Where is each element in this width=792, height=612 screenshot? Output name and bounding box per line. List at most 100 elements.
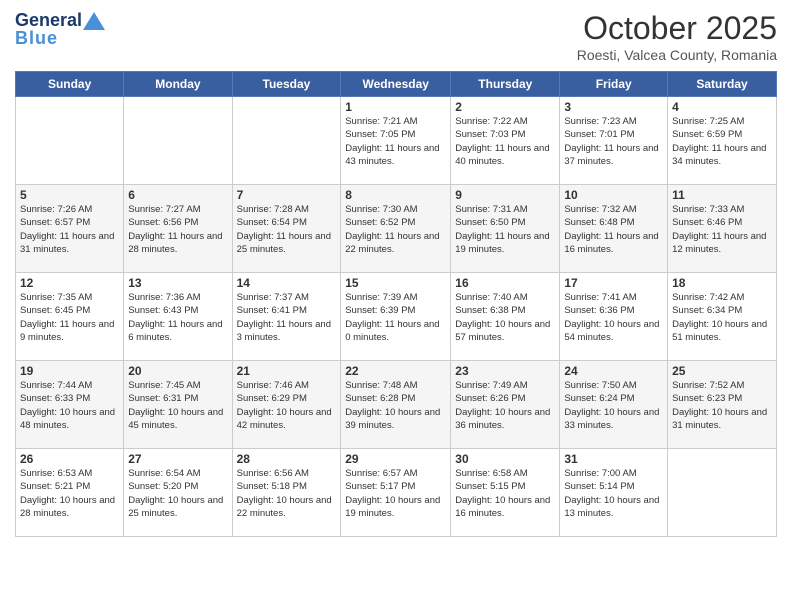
- calendar-cell: 7Sunrise: 7:28 AMSunset: 6:54 PMDaylight…: [232, 185, 341, 273]
- day-info: Sunrise: 6:56 AMSunset: 5:18 PMDaylight:…: [237, 467, 337, 520]
- day-number: 15: [345, 276, 446, 290]
- day-number: 8: [345, 188, 446, 202]
- day-info: Sunrise: 7:27 AMSunset: 6:56 PMDaylight:…: [128, 203, 227, 256]
- weekday-header-wednesday: Wednesday: [341, 72, 451, 97]
- day-info: Sunrise: 7:22 AMSunset: 7:03 PMDaylight:…: [455, 115, 555, 168]
- day-info: Sunrise: 6:58 AMSunset: 5:15 PMDaylight:…: [455, 467, 555, 520]
- weekday-header-friday: Friday: [560, 72, 668, 97]
- day-number: 16: [455, 276, 555, 290]
- day-info: Sunrise: 7:33 AMSunset: 6:46 PMDaylight:…: [672, 203, 772, 256]
- day-info: Sunrise: 7:32 AMSunset: 6:48 PMDaylight:…: [564, 203, 663, 256]
- week-row-4: 19Sunrise: 7:44 AMSunset: 6:33 PMDayligh…: [16, 361, 777, 449]
- calendar-cell: [668, 449, 777, 537]
- day-info: Sunrise: 7:46 AMSunset: 6:29 PMDaylight:…: [237, 379, 337, 432]
- calendar-cell: 15Sunrise: 7:39 AMSunset: 6:39 PMDayligh…: [341, 273, 451, 361]
- calendar-cell: 9Sunrise: 7:31 AMSunset: 6:50 PMDaylight…: [451, 185, 560, 273]
- calendar-cell: 22Sunrise: 7:48 AMSunset: 6:28 PMDayligh…: [341, 361, 451, 449]
- weekday-header-monday: Monday: [124, 72, 232, 97]
- day-number: 6: [128, 188, 227, 202]
- day-number: 25: [672, 364, 772, 378]
- calendar-cell: 11Sunrise: 7:33 AMSunset: 6:46 PMDayligh…: [668, 185, 777, 273]
- day-number: 31: [564, 452, 663, 466]
- calendar-cell: 3Sunrise: 7:23 AMSunset: 7:01 PMDaylight…: [560, 97, 668, 185]
- day-number: 19: [20, 364, 119, 378]
- calendar-cell: 19Sunrise: 7:44 AMSunset: 6:33 PMDayligh…: [16, 361, 124, 449]
- day-info: Sunrise: 7:52 AMSunset: 6:23 PMDaylight:…: [672, 379, 772, 432]
- logo: General Blue: [15, 10, 105, 49]
- day-info: Sunrise: 7:45 AMSunset: 6:31 PMDaylight:…: [128, 379, 227, 432]
- day-info: Sunrise: 7:48 AMSunset: 6:28 PMDaylight:…: [345, 379, 446, 432]
- day-info: Sunrise: 6:53 AMSunset: 5:21 PMDaylight:…: [20, 467, 119, 520]
- day-number: 24: [564, 364, 663, 378]
- calendar-cell: 30Sunrise: 6:58 AMSunset: 5:15 PMDayligh…: [451, 449, 560, 537]
- day-number: 18: [672, 276, 772, 290]
- day-info: Sunrise: 7:37 AMSunset: 6:41 PMDaylight:…: [237, 291, 337, 344]
- calendar-cell: 10Sunrise: 7:32 AMSunset: 6:48 PMDayligh…: [560, 185, 668, 273]
- day-number: 30: [455, 452, 555, 466]
- day-number: 22: [345, 364, 446, 378]
- day-info: Sunrise: 7:41 AMSunset: 6:36 PMDaylight:…: [564, 291, 663, 344]
- calendar-cell: 23Sunrise: 7:49 AMSunset: 6:26 PMDayligh…: [451, 361, 560, 449]
- calendar-cell: 1Sunrise: 7:21 AMSunset: 7:05 PMDaylight…: [341, 97, 451, 185]
- day-number: 17: [564, 276, 663, 290]
- day-number: 7: [237, 188, 337, 202]
- day-info: Sunrise: 6:57 AMSunset: 5:17 PMDaylight:…: [345, 467, 446, 520]
- week-row-1: 1Sunrise: 7:21 AMSunset: 7:05 PMDaylight…: [16, 97, 777, 185]
- day-number: 11: [672, 188, 772, 202]
- day-number: 29: [345, 452, 446, 466]
- day-number: 26: [20, 452, 119, 466]
- day-info: Sunrise: 7:39 AMSunset: 6:39 PMDaylight:…: [345, 291, 446, 344]
- calendar-cell: 6Sunrise: 7:27 AMSunset: 6:56 PMDaylight…: [124, 185, 232, 273]
- calendar-cell: 16Sunrise: 7:40 AMSunset: 6:38 PMDayligh…: [451, 273, 560, 361]
- week-row-3: 12Sunrise: 7:35 AMSunset: 6:45 PMDayligh…: [16, 273, 777, 361]
- calendar-table: SundayMondayTuesdayWednesdayThursdayFrid…: [15, 71, 777, 537]
- week-row-5: 26Sunrise: 6:53 AMSunset: 5:21 PMDayligh…: [16, 449, 777, 537]
- day-number: 28: [237, 452, 337, 466]
- day-info: Sunrise: 7:35 AMSunset: 6:45 PMDaylight:…: [20, 291, 119, 344]
- day-info: Sunrise: 7:28 AMSunset: 6:54 PMDaylight:…: [237, 203, 337, 256]
- calendar-cell: 8Sunrise: 7:30 AMSunset: 6:52 PMDaylight…: [341, 185, 451, 273]
- day-info: Sunrise: 7:40 AMSunset: 6:38 PMDaylight:…: [455, 291, 555, 344]
- day-info: Sunrise: 7:30 AMSunset: 6:52 PMDaylight:…: [345, 203, 446, 256]
- calendar-cell: [232, 97, 341, 185]
- calendar-cell: [16, 97, 124, 185]
- day-number: 4: [672, 100, 772, 114]
- calendar-cell: 31Sunrise: 7:00 AMSunset: 5:14 PMDayligh…: [560, 449, 668, 537]
- day-info: Sunrise: 7:21 AMSunset: 7:05 PMDaylight:…: [345, 115, 446, 168]
- page: General Blue October 2025 Roesti, Valcea…: [0, 0, 792, 612]
- calendar-cell: 24Sunrise: 7:50 AMSunset: 6:24 PMDayligh…: [560, 361, 668, 449]
- weekday-header-sunday: Sunday: [16, 72, 124, 97]
- calendar-cell: [124, 97, 232, 185]
- calendar-cell: 28Sunrise: 6:56 AMSunset: 5:18 PMDayligh…: [232, 449, 341, 537]
- day-number: 2: [455, 100, 555, 114]
- day-info: Sunrise: 7:31 AMSunset: 6:50 PMDaylight:…: [455, 203, 555, 256]
- day-number: 9: [455, 188, 555, 202]
- calendar-cell: 25Sunrise: 7:52 AMSunset: 6:23 PMDayligh…: [668, 361, 777, 449]
- day-number: 27: [128, 452, 227, 466]
- logo-icon: [83, 12, 105, 30]
- day-number: 3: [564, 100, 663, 114]
- calendar-cell: 2Sunrise: 7:22 AMSunset: 7:03 PMDaylight…: [451, 97, 560, 185]
- day-info: Sunrise: 7:42 AMSunset: 6:34 PMDaylight:…: [672, 291, 772, 344]
- logo-blue: Blue: [15, 28, 58, 49]
- day-info: Sunrise: 7:23 AMSunset: 7:01 PMDaylight:…: [564, 115, 663, 168]
- calendar-cell: 4Sunrise: 7:25 AMSunset: 6:59 PMDaylight…: [668, 97, 777, 185]
- calendar-cell: 17Sunrise: 7:41 AMSunset: 6:36 PMDayligh…: [560, 273, 668, 361]
- day-info: Sunrise: 7:00 AMSunset: 5:14 PMDaylight:…: [564, 467, 663, 520]
- day-info: Sunrise: 7:25 AMSunset: 6:59 PMDaylight:…: [672, 115, 772, 168]
- calendar-cell: 27Sunrise: 6:54 AMSunset: 5:20 PMDayligh…: [124, 449, 232, 537]
- day-info: Sunrise: 7:49 AMSunset: 6:26 PMDaylight:…: [455, 379, 555, 432]
- calendar-cell: 21Sunrise: 7:46 AMSunset: 6:29 PMDayligh…: [232, 361, 341, 449]
- calendar-cell: 29Sunrise: 6:57 AMSunset: 5:17 PMDayligh…: [341, 449, 451, 537]
- day-number: 5: [20, 188, 119, 202]
- day-number: 20: [128, 364, 227, 378]
- day-number: 23: [455, 364, 555, 378]
- day-number: 1: [345, 100, 446, 114]
- day-number: 13: [128, 276, 227, 290]
- calendar-cell: 20Sunrise: 7:45 AMSunset: 6:31 PMDayligh…: [124, 361, 232, 449]
- day-info: Sunrise: 6:54 AMSunset: 5:20 PMDaylight:…: [128, 467, 227, 520]
- day-number: 10: [564, 188, 663, 202]
- calendar-cell: 26Sunrise: 6:53 AMSunset: 5:21 PMDayligh…: [16, 449, 124, 537]
- calendar-cell: 13Sunrise: 7:36 AMSunset: 6:43 PMDayligh…: [124, 273, 232, 361]
- calendar-cell: 14Sunrise: 7:37 AMSunset: 6:41 PMDayligh…: [232, 273, 341, 361]
